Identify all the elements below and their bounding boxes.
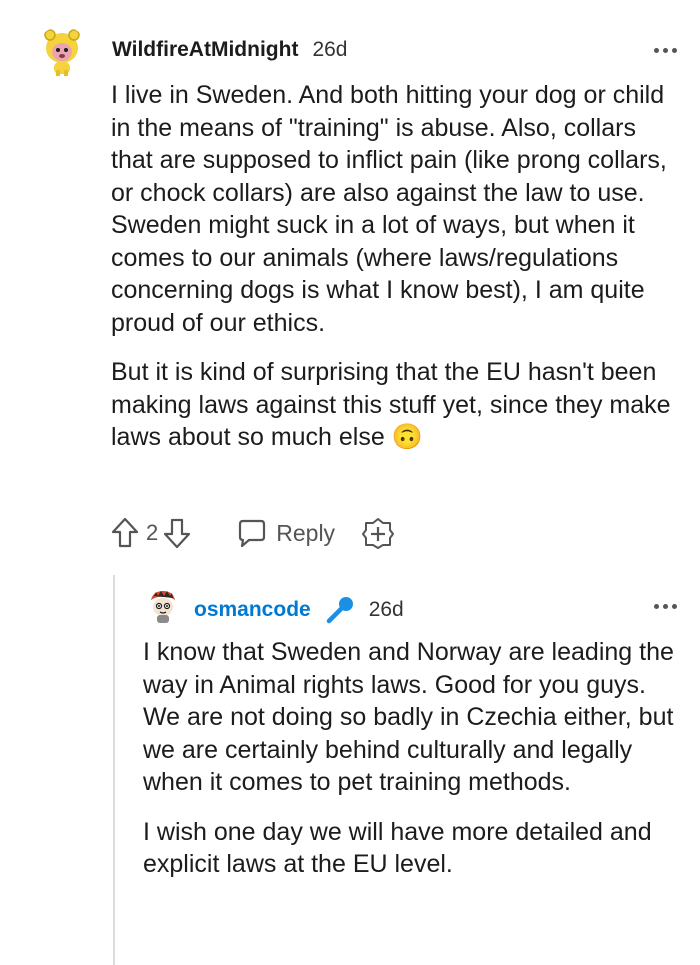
downvote-icon[interactable] [162,516,192,550]
comment-paragraph: I wish one day we will have more detaile… [143,817,652,879]
reply-label: Reply [276,519,336,546]
comment-timestamp: 26d [312,38,348,61]
mic-icon [325,595,355,625]
avatar-image [36,26,88,78]
comment-actions: 2 Reply [110,514,395,552]
dots-menu-icon[interactable] [654,48,677,53]
reply-icon [236,517,268,549]
reply-button[interactable]: Reply [236,517,335,549]
award-icon[interactable] [361,516,395,550]
comment-body: I know that Sweden and Norway are leadin… [143,636,691,881]
comment-author[interactable]: WildfireAtMidnight [112,38,298,62]
comment-paragraph: But it is kind of surprising that the EU… [111,358,671,451]
user-avatar[interactable] [145,588,181,624]
user-avatar[interactable] [36,26,88,78]
vote-count: 2 [146,520,159,545]
avatar-image [145,588,181,624]
comment-author-op[interactable]: osmancode [194,598,311,622]
thread-line[interactable] [113,575,115,965]
comment-body: I live in Sweden. And both hitting your … [111,79,681,454]
comment-paragraph: I live in Sweden. And both hitting your … [111,81,667,337]
comment-timestamp: 26d [368,598,404,621]
dots-menu-icon[interactable] [654,604,677,609]
upvote-icon[interactable] [110,516,140,550]
comment-paragraph: I know that Sweden and Norway are leadin… [143,638,674,796]
